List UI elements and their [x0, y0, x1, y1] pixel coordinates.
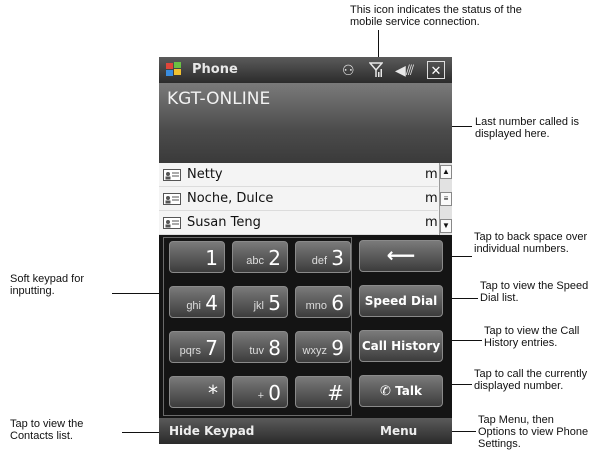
- speaker-icon[interactable]: ◀⫻: [395, 62, 414, 78]
- key-letters: pqrs: [179, 345, 201, 357]
- keypad-key[interactable]: mno 6: [295, 286, 351, 318]
- key-digit: *: [208, 381, 218, 405]
- talk-annotation: Tap to call the currently displayed numb…: [474, 368, 588, 392]
- contact-name: Netty: [187, 167, 223, 182]
- close-icon[interactable]: ✕: [427, 61, 445, 79]
- keypad-key[interactable]: abc 2: [232, 241, 288, 273]
- key-digit: 2: [268, 246, 281, 270]
- keypad-key[interactable]: tuv 8: [232, 331, 288, 363]
- soft-keypad-annotation: Soft keypad for inputting.: [10, 273, 84, 297]
- key-letters: ghi: [186, 300, 201, 312]
- key-letters: tuv: [249, 345, 264, 357]
- contact-name: Susan Teng: [187, 215, 261, 230]
- keypad-key[interactable]: ghi 4: [169, 286, 225, 318]
- keypad-key[interactable]: 1: [169, 241, 225, 273]
- contact-row[interactable]: Noche, Dulce m: [159, 187, 438, 211]
- contact-phone-type: m: [425, 215, 438, 230]
- last-number-annotation: Last number called is displayed here.: [475, 116, 579, 140]
- key-letters: wxyz: [302, 345, 327, 357]
- contact-row[interactable]: Netty m: [159, 163, 438, 187]
- speed-dial-button[interactable]: Speed Dial: [359, 285, 443, 317]
- contact-card-icon: [163, 217, 181, 229]
- key-letters: jkl: [253, 300, 264, 312]
- status-icon-leader: [378, 30, 379, 60]
- talk-label: Talk: [395, 384, 422, 398]
- soft-key-bar: Hide Keypad Menu: [159, 418, 452, 444]
- key-digit: 3: [331, 246, 344, 270]
- key-letters: def: [311, 255, 327, 267]
- status-icon-annotation: This icon indicates the status of the mo…: [350, 4, 522, 28]
- keypad-key[interactable]: def 3: [295, 241, 351, 273]
- key-digit: #: [327, 381, 344, 405]
- talk-button[interactable]: ✆ Talk: [359, 375, 443, 407]
- contacts-scrollbar[interactable]: ▲ ≡ ▼: [439, 163, 452, 235]
- app-title: Phone: [192, 62, 238, 77]
- scroll-up-icon[interactable]: ▲: [440, 165, 452, 179]
- key-letters: +: [257, 390, 264, 402]
- key-digit: 8: [268, 336, 281, 360]
- network-operator-name: KGT-ONLINE: [167, 89, 271, 109]
- hide-keypad-softkey[interactable]: Hide Keypad: [169, 424, 254, 438]
- key-digit: 9: [331, 336, 344, 360]
- call-history-button[interactable]: Call History: [359, 330, 443, 362]
- contact-phone-type: m: [425, 167, 438, 182]
- scroll-thumb[interactable]: ≡: [440, 192, 452, 206]
- phone-handset-icon: ✆: [380, 384, 391, 399]
- keypad-key[interactable]: wxyz 9: [295, 331, 351, 363]
- title-bar: Phone ⚇ ◀⫻ ✕: [159, 57, 452, 83]
- contact-card-icon: [163, 193, 181, 205]
- key-letters: abc: [246, 255, 264, 267]
- keypad-key[interactable]: *: [169, 376, 225, 408]
- backspace-annotation: Tap to back space over individual number…: [474, 231, 588, 255]
- key-digit: 7: [205, 336, 218, 360]
- keypad-key[interactable]: jkl 5: [232, 286, 288, 318]
- key-digit: 0: [268, 381, 281, 405]
- contact-phone-type: m: [425, 191, 438, 206]
- contact-card-icon: [163, 169, 181, 181]
- keypad-key[interactable]: +0: [232, 376, 288, 408]
- phone-screen: Phone ⚇ ◀⫻ ✕ KGT-ONLINE Netty m Noche, Dul…: [159, 57, 452, 444]
- contacts-annotation: Tap to view the Contacts list.: [10, 418, 84, 442]
- key-digit: 5: [268, 291, 281, 315]
- key-letters: mno: [305, 300, 327, 312]
- signal-icon[interactable]: [369, 62, 383, 78]
- key-digit: 4: [205, 291, 218, 315]
- backspace-button[interactable]: ⟵: [359, 240, 443, 272]
- number-display: KGT-ONLINE: [159, 83, 452, 163]
- key-digit: 6: [331, 291, 344, 315]
- key-digit: 1: [205, 246, 218, 270]
- call-history-annotation: Tap to view the Call History entries.: [484, 325, 580, 349]
- scroll-down-icon[interactable]: ▼: [440, 219, 452, 233]
- keypad-key[interactable]: pqrs 7: [169, 331, 225, 363]
- menu-annotation: Tap Menu, then Options to view Phone Set…: [478, 414, 589, 450]
- contact-name: Noche, Dulce: [187, 191, 274, 206]
- contacts-list: Netty m Noche, Dulce m Susan Teng m ▲ ≡ ▼: [159, 163, 452, 235]
- windows-logo-icon[interactable]: [165, 61, 183, 79]
- contact-row[interactable]: Susan Teng m: [159, 211, 438, 235]
- menu-softkey[interactable]: Menu: [380, 424, 417, 438]
- connectivity-icon[interactable]: ⚇: [342, 62, 355, 78]
- speed-dial-annotation: Tap to view the Speed Dial list.: [480, 280, 589, 304]
- soft-keypad-leader: [112, 293, 165, 294]
- keypad-area: ⟵ Speed Dial Call History ✆ Talk 1 abc 2 de…: [159, 235, 452, 418]
- keypad-key[interactable]: #: [295, 376, 351, 408]
